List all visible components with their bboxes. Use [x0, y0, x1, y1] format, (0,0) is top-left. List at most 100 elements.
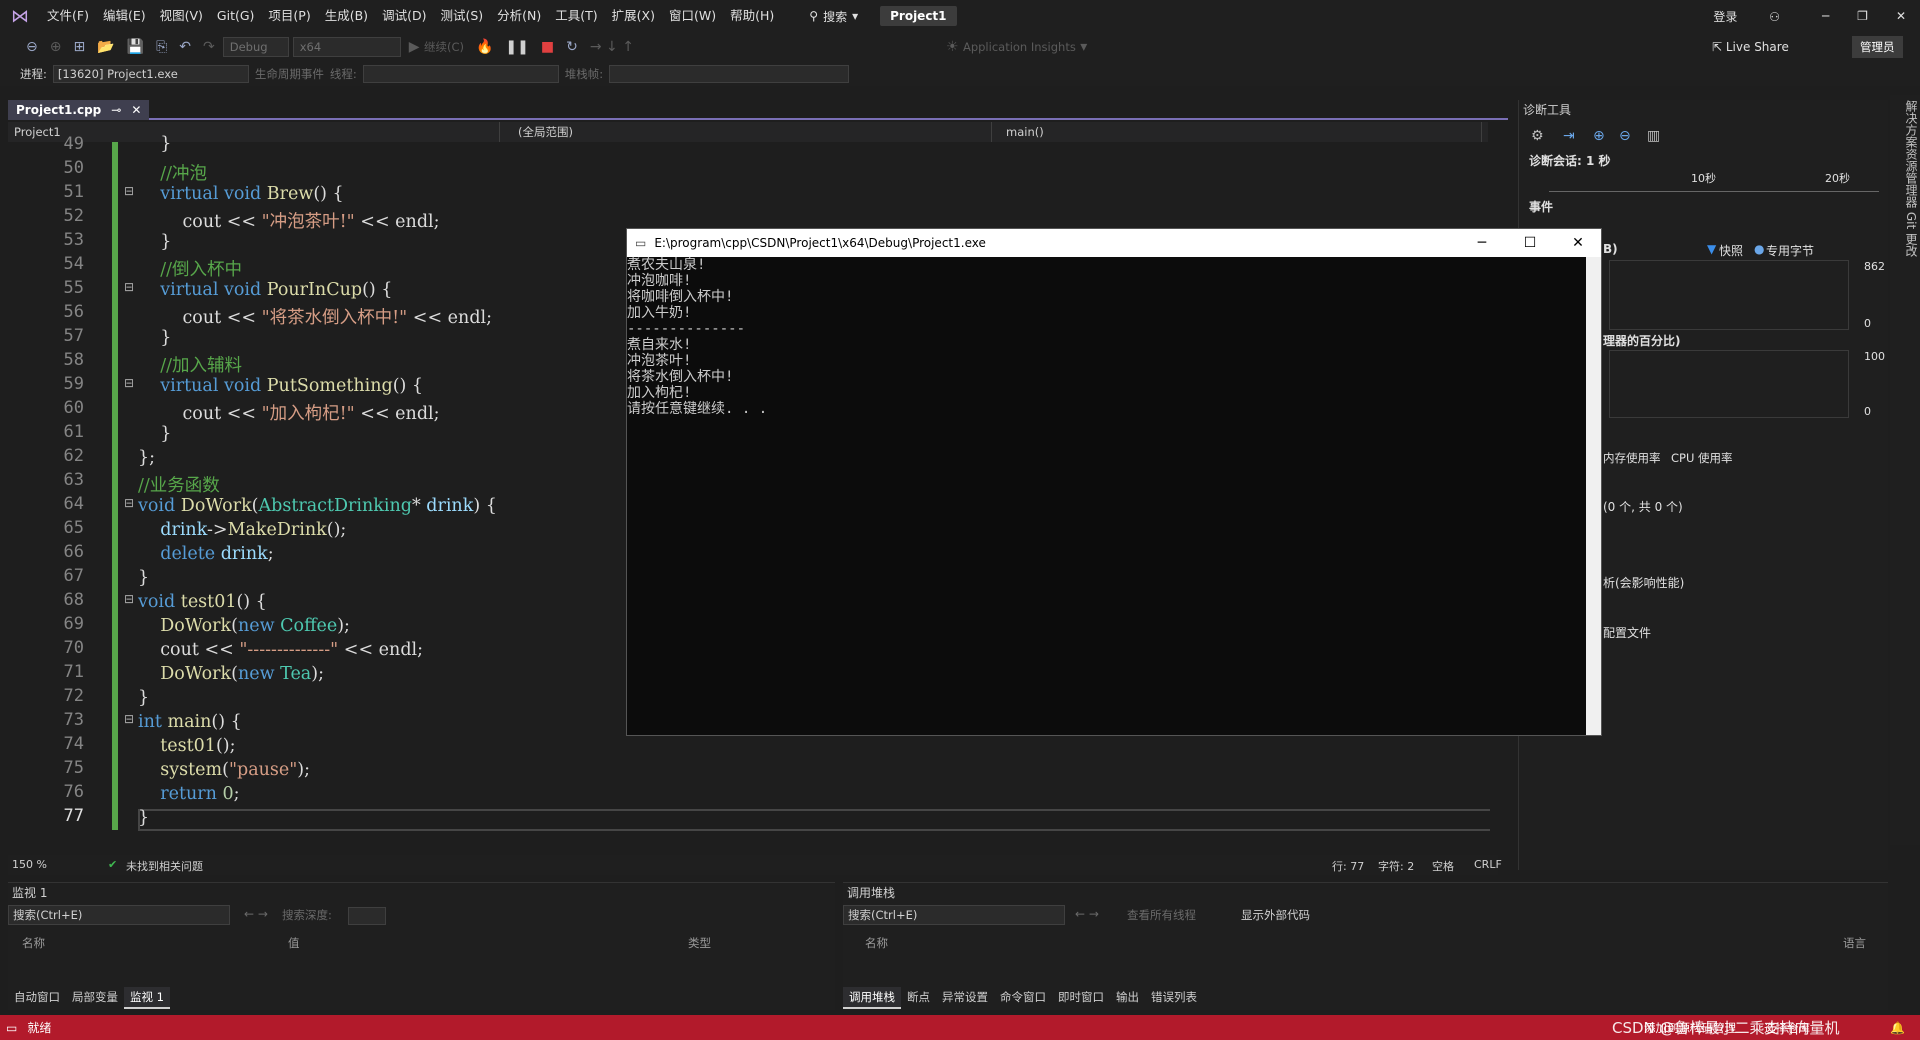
search-button[interactable]: ⚲ 搜索 ▾ [801, 8, 866, 25]
cpu-graph[interactable] [1609, 350, 1849, 418]
tab-immediate-window[interactable]: 即时窗口 [1052, 987, 1110, 1009]
continue-button[interactable]: ▶ 继续(C) [405, 39, 468, 55]
platform-dropdown[interactable]: x64 [292, 37, 401, 57]
char-indicator[interactable]: 字符: 2 [1378, 858, 1414, 874]
menu-analyze[interactable]: 分析(N) [490, 0, 548, 32]
menu-extensions[interactable]: 扩展(X) [605, 0, 662, 32]
restore-button[interactable]: ❐ [1843, 9, 1882, 23]
stop-icon[interactable]: ■ [537, 39, 558, 55]
back-icon[interactable]: ⊖ [22, 39, 42, 55]
tab-project1-cpp[interactable]: Project1.cpp ⊸ ✕ [8, 100, 150, 120]
events-header[interactable]: 事件 [1529, 198, 1553, 215]
undo-icon[interactable]: ↶ [175, 39, 195, 55]
thread-dropdown[interactable] [362, 65, 559, 83]
tab-error-list[interactable]: 错误列表 [1145, 987, 1203, 1009]
tab-watch1[interactable]: 监视 1 [124, 987, 170, 1009]
collapse-icon[interactable]: ⊟ [124, 376, 134, 390]
collapse-icon[interactable]: ⊟ [124, 496, 134, 510]
menu-edit[interactable]: 编辑(E) [96, 0, 153, 32]
export-icon[interactable]: ⇥ [1563, 128, 1575, 144]
save-icon[interactable]: 💾 [123, 39, 148, 55]
save-all-icon[interactable]: ⎘ [152, 39, 171, 55]
menu-tools[interactable]: 工具(T) [548, 0, 604, 32]
hot-reload-icon[interactable]: 🔥 [472, 39, 497, 55]
lifecycle-label[interactable]: 生命周期事件 [255, 66, 324, 82]
callstack-col-name[interactable]: 名称 [865, 935, 888, 951]
collapse-icon[interactable]: ⊟ [124, 712, 134, 726]
menu-build[interactable]: 生成(B) [318, 0, 375, 32]
menu-project[interactable]: 项目(P) [261, 0, 317, 32]
tab-memory-usage[interactable]: 内存使用率 [1603, 450, 1661, 466]
watch-col-type[interactable]: 类型 [688, 935, 711, 951]
pin-icon[interactable]: ⊸ [111, 100, 121, 120]
tab-command-window[interactable]: 命令窗口 [994, 987, 1052, 1009]
watch-col-name[interactable]: 名称 [22, 935, 45, 951]
watch-col-value[interactable]: 值 [288, 935, 300, 951]
menu-window[interactable]: 窗口(W) [662, 0, 723, 32]
settings-gear-icon[interactable]: ⚙ [1531, 128, 1544, 144]
console-title-bar[interactable]: ▭ E:\program\cpp\CSDN\Project1\x64\Debug… [627, 229, 1601, 257]
close-tab-icon[interactable]: ✕ [131, 100, 141, 120]
live-share-button[interactable]: ⇱ Live Share [1708, 40, 1793, 54]
menu-file[interactable]: 文件(F) [40, 0, 96, 32]
console-close-button[interactable]: ✕ [1555, 229, 1601, 257]
view-all-threads-button[interactable]: 查看所有线程 [1127, 907, 1196, 923]
forward-icon[interactable]: ⊕ [46, 39, 66, 55]
console-minimize-button[interactable]: ─ [1459, 229, 1505, 257]
side-tool-strip[interactable]: 解决方案资源管理器 Git 更改 [1890, 95, 1920, 845]
select-repository-button[interactable]: 选择仓库 [1764, 1020, 1810, 1036]
pause-icon[interactable]: ❚❚ [501, 39, 532, 55]
scope-dropdown[interactable]: (全局范围) [500, 122, 992, 142]
process-dropdown[interactable]: [13620] Project1.exe [52, 65, 249, 83]
collapse-icon[interactable]: ⊟ [124, 280, 134, 294]
whitespace-indicator[interactable]: 空格 [1432, 858, 1454, 874]
console-maximize-button[interactable]: ☐ [1507, 229, 1553, 257]
tab-autos[interactable]: 自动窗口 [8, 987, 66, 1009]
memory-graph[interactable] [1609, 260, 1849, 330]
tab-call-stack[interactable]: 调用堆栈 [843, 987, 901, 1009]
menu-git[interactable]: Git(G) [210, 0, 262, 32]
tab-output[interactable]: 输出 [1110, 987, 1145, 1009]
zoom-out-icon[interactable]: ⊖ [1619, 128, 1631, 144]
login-button[interactable]: 登录 ⚇ [1685, 8, 1808, 25]
watch-nav-arrows-icon[interactable]: ← → [244, 907, 268, 921]
collapse-icon[interactable]: ⊟ [124, 184, 134, 198]
menu-help[interactable]: 帮助(H) [723, 0, 781, 32]
console-scrollbar[interactable] [1586, 257, 1601, 735]
app-insights-icon[interactable]: ☀ Application Insights ▾ [942, 39, 1091, 55]
profile-link[interactable]: 配置文件 [1603, 624, 1651, 641]
zoom-in-icon[interactable]: ⊕ [1593, 128, 1605, 144]
redo-icon[interactable]: ↷ [199, 39, 219, 55]
member-dropdown[interactable]: main() [992, 122, 1482, 142]
tab-exception-settings[interactable]: 异常设置 [936, 987, 994, 1009]
restart-icon[interactable]: ↻ [562, 39, 582, 55]
show-external-code-button[interactable]: 显示外部代码 [1241, 907, 1310, 923]
line-indicator[interactable]: 行: 77 [1332, 858, 1364, 874]
minimize-button[interactable]: ─ [1808, 9, 1843, 23]
tab-breakpoints[interactable]: 断点 [901, 987, 936, 1009]
open-icon[interactable]: 📂 [93, 39, 118, 55]
step-icon[interactable]: → ↓ ↑ [586, 39, 638, 55]
watch-search-input[interactable]: 搜索(Ctrl+E) [8, 905, 230, 925]
chart-icon[interactable]: ▥ [1647, 128, 1660, 144]
line-ending-indicator[interactable]: CRLF [1474, 858, 1502, 871]
callstack-nav-arrows-icon[interactable]: ← → [1075, 907, 1099, 921]
collapse-icon[interactable]: ⊟ [124, 592, 134, 606]
config-dropdown[interactable]: Debug [222, 37, 289, 57]
close-window-button[interactable]: ✕ [1882, 9, 1920, 23]
callstack-col-language[interactable]: 语言 [1843, 935, 1866, 951]
callstack-search-input[interactable]: 搜索(Ctrl+E) [843, 905, 1065, 925]
menu-debug[interactable]: 调试(D) [375, 0, 433, 32]
stack-frame-dropdown[interactable] [609, 65, 850, 83]
issues-text[interactable]: 未找到相关问题 [126, 858, 203, 874]
tab-locals[interactable]: 局部变量 [66, 987, 124, 1009]
tab-cpu-usage[interactable]: CPU 使用率 [1671, 450, 1733, 466]
add-to-source-control-button[interactable]: 添加到源代码管理 [1644, 1020, 1736, 1036]
menu-test[interactable]: 测试(S) [433, 0, 490, 32]
menu-view[interactable]: 视图(V) [153, 0, 210, 32]
notification-bell-icon[interactable]: 🔔 [1890, 1021, 1905, 1035]
zoom-dropdown[interactable]: 150 % [12, 858, 47, 871]
new-item-icon[interactable]: ⊞ [69, 39, 89, 55]
console-window[interactable]: ▭ E:\program\cpp\CSDN\Project1\x64\Debug… [626, 228, 1602, 736]
search-depth-dropdown[interactable] [348, 907, 386, 925]
